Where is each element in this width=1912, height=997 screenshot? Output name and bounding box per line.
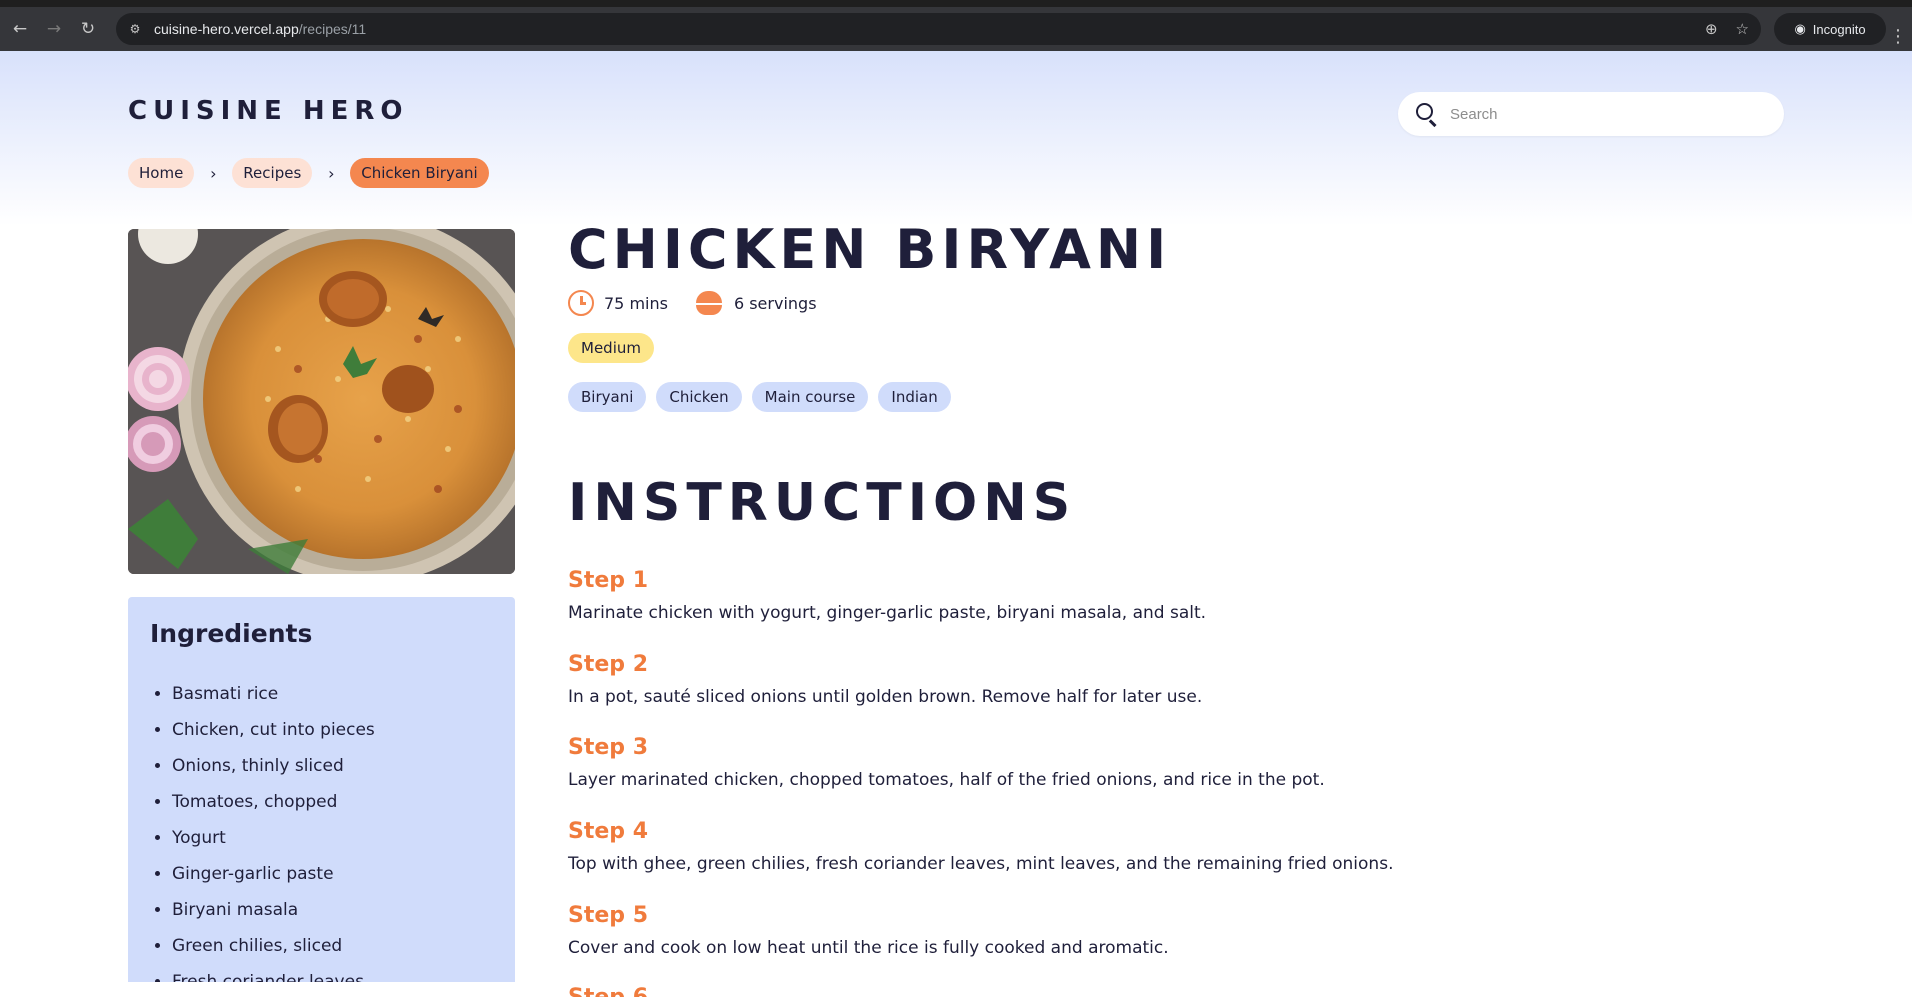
site-settings-icon[interactable]: ⚙ [126,20,144,38]
step-1: Step 1 Marinate chicken with yogurt, gin… [568,568,1768,623]
recipe-image [128,229,515,574]
servings: 6 servings [733,293,817,313]
recipe-title: CHICKEN BIRYANI [568,218,1172,281]
step-label: Step 1 [568,568,648,593]
ingredient-item: Ginger-garlic paste [172,856,375,892]
step-label: Step 4 [568,819,648,844]
step-2: Step 2 In a pot, sauté sliced onions unt… [568,652,1768,707]
ingredient-item: Chicken, cut into pieces [172,712,375,748]
ingredient-item: Biryani masala [172,892,375,928]
breadcrumb: Home › Recipes › Chicken Biryani [128,158,489,188]
bookmark-star-icon[interactable]: ☆ [1736,20,1749,38]
zoom-icon[interactable]: ⊕ [1705,20,1718,38]
step-text: Marinate chicken with yogurt, ginger-gar… [568,603,1207,623]
forward-icon[interactable]: → [40,15,68,43]
search-icon [1414,101,1440,127]
bowl-icon [693,291,724,315]
incognito-icon: ◉ [1794,21,1806,36]
step-text: Cover and cook on low heat until the ric… [568,938,1169,958]
step-text: Layer marinated chicken, chopped tomatoe… [568,770,1325,790]
search-input[interactable] [1450,105,1750,123]
address-bar[interactable]: ⚙ cuisine-hero.vercel.app/recipes/11 ⊕ ☆ [116,13,1761,45]
step-4: Step 4 Top with ghee, green chilies, fre… [568,819,1768,874]
cook-time: 75 mins [604,293,668,313]
address-url[interactable]: cuisine-hero.vercel.app/recipes/11 [154,21,366,37]
ingredient-item: Tomatoes, chopped [172,784,375,820]
step-6: Step 6 [568,985,1768,997]
tag-list: Biryani Chicken Main course Indian [568,382,951,412]
step-3: Step 3 Layer marinated chicken, chopped … [568,735,1768,790]
reload-icon[interactable]: ↻ [74,15,102,43]
step-5: Step 5 Cover and cook on low heat until … [568,903,1768,958]
step-label: Step 2 [568,652,648,677]
browser-toolbar: ← → ↻ ⚙ cuisine-hero.vercel.app/recipes/… [0,7,1912,51]
ingredients-heading: Ingredients [150,619,313,648]
ingredient-item: Onions, thinly sliced [172,748,375,784]
step-text: Top with ghee, green chilies, fresh cori… [568,854,1394,874]
incognito-badge[interactable]: ◉ Incognito [1774,13,1886,45]
browser-tabstrip [0,0,1912,7]
tag-indian[interactable]: Indian [878,382,951,412]
ingredient-item: Basmati rice [172,676,375,712]
step-label: Step 6 [568,985,1768,997]
ingredients-list: Basmati rice Chicken, cut into pieces On… [172,676,375,982]
site-logo[interactable]: CUISINE HERO [128,96,408,126]
search-box[interactable] [1398,92,1784,136]
chevron-right-icon: › [210,163,217,183]
step-label: Step 5 [568,903,648,928]
ingredients-panel: Ingredients Basmati rice Chicken, cut in… [128,597,515,982]
incognito-label: Incognito [1812,21,1866,37]
tag-biryani[interactable]: Biryani [568,382,647,412]
recipe-meta: 75 mins 6 servings [568,290,817,316]
chevron-right-icon: › [328,163,335,183]
ingredient-item: Green chilies, sliced [172,928,375,964]
ingredient-item: Yogurt [172,820,375,856]
instructions-heading: INSTRUCTIONS [568,473,1077,533]
step-label: Step 3 [568,735,648,760]
tag-main-course[interactable]: Main course [751,382,869,412]
breadcrumb-current: Chicken Biryani [350,158,489,188]
header-background [0,51,1912,226]
step-text: In a pot, sauté sliced onions until gold… [568,687,1203,707]
breadcrumb-recipes[interactable]: Recipes [232,158,313,188]
difficulty-badge: Medium [568,333,654,363]
tag-chicken[interactable]: Chicken [656,382,742,412]
ingredient-item: Fresh coriander leaves [172,964,375,982]
breadcrumb-home[interactable]: Home [128,158,195,188]
clock-icon [568,290,594,316]
back-icon[interactable]: ← [6,15,34,43]
